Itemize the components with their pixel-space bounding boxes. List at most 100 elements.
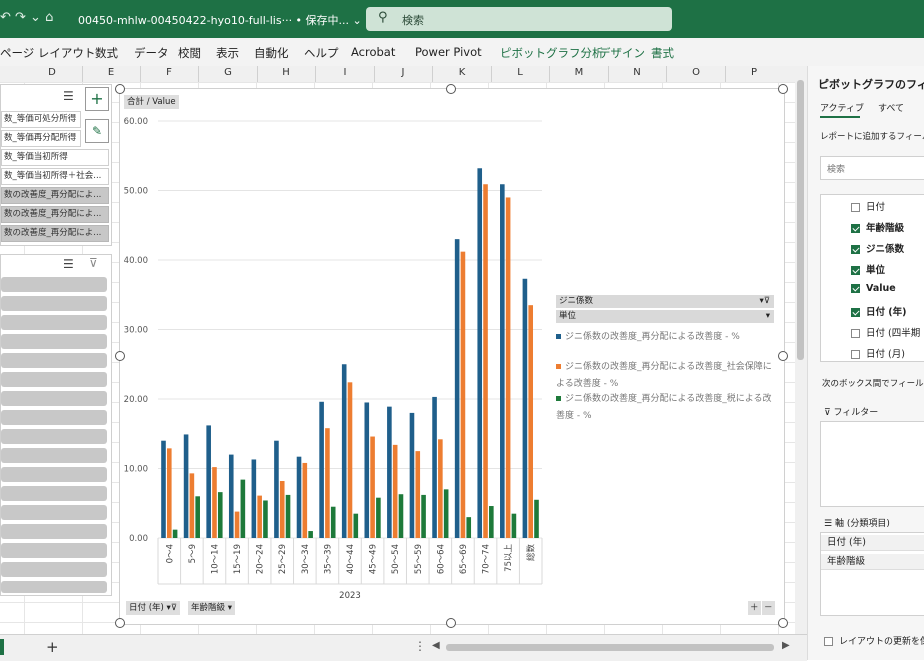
slicer-item[interactable] [1,486,107,501]
slicer-item[interactable]: 数_等価当初所得＋社会... [1,168,109,185]
tab-design[interactable]: デザイン [599,45,645,61]
multi-select-icon[interactable]: ☰ [63,89,74,103]
field-item[interactable]: 日付 (四半期 [851,325,920,339]
slicer-item[interactable] [1,410,107,425]
resize-handle[interactable] [115,84,125,94]
tab-pivotchart-analyze[interactable]: ピボットグラフ分析 [500,45,604,61]
column-header[interactable]: F [159,67,179,78]
tab-power-pivot[interactable]: Power Pivot [415,45,482,59]
slicer-item[interactable] [1,372,107,387]
slicer-item[interactable] [1,581,107,593]
tab-formulas[interactable]: 数式 [95,45,118,61]
axis-field-button-year[interactable]: 日付 (年) ▾⊽ [126,601,181,615]
scroll-right-icon[interactable]: ▶ [782,640,790,651]
filter-dropdown-icon[interactable]: ▾⊽ [760,295,771,308]
resize-handle[interactable] [778,84,788,94]
slicer-item[interactable]: 数の改善度_再分配によ... [1,187,109,204]
field-item[interactable]: Value [851,283,896,294]
slicer-item[interactable] [1,448,107,463]
column-header[interactable]: I [335,67,355,78]
quick-access-toolbar[interactable]: ↶ ↷ ⌄ ⌂ [0,10,53,25]
tab-acrobat[interactable]: Acrobat [351,45,395,59]
tab-view[interactable]: 表示 [216,45,239,61]
active-sheet-tab[interactable] [0,639,4,655]
chevron-down-icon[interactable]: ▾ [766,310,770,323]
field-item[interactable]: ジニ係数 [851,241,904,255]
scroll-thumb[interactable] [797,80,804,360]
slicer-item[interactable] [1,353,107,368]
collapse-button[interactable]: － [762,601,775,615]
column-header[interactable]: G [218,67,238,78]
column-header[interactable]: M [569,67,589,78]
brush-icon[interactable]: ✎ [85,119,109,143]
legend-field-unit[interactable]: 単位 ▾ [556,310,774,323]
filter-drop-area[interactable] [820,421,924,507]
resize-handle[interactable] [115,618,125,628]
slicer-item[interactable]: 数の改善度_再分配によ... [1,206,109,223]
x-tick-label: 50～54 [391,544,401,574]
slicer-item[interactable] [1,524,107,539]
slicer-item[interactable]: 数の改善度_再分配によ... [1,225,109,242]
column-header[interactable]: J [393,67,413,78]
multi-select-icon[interactable]: ☰ [63,257,74,271]
tab-help[interactable]: ヘルプ [304,45,339,61]
slicer-item[interactable] [1,562,107,577]
resize-handle[interactable] [446,84,456,94]
defer-update-checkbox[interactable]: レイアウトの更新を保 [824,634,924,647]
field-search-input[interactable]: 検索 [820,156,924,180]
more-options-icon[interactable]: ⋮ [414,639,426,653]
column-header[interactable]: K [452,67,472,78]
slicer-item[interactable] [1,334,107,349]
vertical-scrollbar[interactable] [795,66,807,634]
tab-active[interactable]: アクティブ [820,101,864,114]
axis-field-button-age[interactable]: 年齢階級 ▾ [188,601,235,615]
horizontal-scroll-thumb[interactable] [446,644,774,651]
column-header[interactable]: E [101,67,121,78]
column-header[interactable]: P [744,67,764,78]
slicer-item[interactable] [1,296,107,311]
field-item[interactable]: 日付 (年) [851,304,907,318]
tab-automate[interactable]: 自動化 [254,45,289,61]
axis-drop-area[interactable]: 日付 (年) 年齢階級 [820,532,924,616]
column-header[interactable]: H [276,67,296,78]
field-item[interactable]: 単位 [851,262,885,276]
tab-data[interactable]: データ [134,45,169,61]
field-item[interactable]: 年齢階級 [851,220,904,234]
tab-page-layout[interactable]: ページ レイアウト [0,45,95,61]
axis-item[interactable]: 年齢階級 [821,554,924,570]
expand-button[interactable]: ＋ [748,601,761,615]
axis-item[interactable]: 日付 (年) [821,535,924,551]
scroll-left-icon[interactable]: ◀ [432,640,440,651]
pivot-chart[interactable]: 合計 / Value 0.00 10.00 20.00 30.00 40.00 50.00… [115,84,788,628]
tab-all[interactable]: すべて [878,101,904,114]
column-header[interactable]: N [627,67,647,78]
slicer-item[interactable] [1,429,107,444]
field-item[interactable]: 日付 [851,199,885,213]
resize-handle[interactable] [115,351,125,361]
legend-field-gini[interactable]: ジニ係数 ▾⊽ [556,295,774,308]
y-tick-label: 60.00 [124,117,148,127]
slicer-item[interactable]: 数_等価再分配所得 [1,130,81,147]
add-icon[interactable]: + [85,87,109,111]
clear-filter-icon[interactable]: ⊽ [89,256,98,270]
slicer-item[interactable] [1,543,107,558]
resize-handle[interactable] [778,351,788,361]
slicer-item[interactable]: 数_等価可処分所得 [1,111,81,128]
slicer-item[interactable] [1,315,107,330]
slicer-item[interactable] [1,505,107,520]
column-header[interactable]: L [510,67,530,78]
resize-handle[interactable] [446,618,456,628]
tab-format[interactable]: 書式 [651,45,674,61]
slicer-item[interactable] [1,467,107,482]
resize-handle[interactable] [778,618,788,628]
field-item[interactable]: 日付 (月) [851,346,905,360]
add-sheet-button[interactable]: + [46,638,59,656]
slicer-item[interactable] [1,277,107,292]
tab-review[interactable]: 校閲 [178,45,201,61]
slicer-item[interactable]: 数_等価当初所得 [1,149,109,166]
column-header[interactable]: O [686,67,706,78]
slicer-item[interactable] [1,391,107,406]
search-box[interactable]: ⚲ 検索 [366,7,672,31]
document-title[interactable]: 00450-mhlw-00450422-hyo10-full-lis··· • … [78,12,362,28]
column-header[interactable]: D [42,67,62,78]
